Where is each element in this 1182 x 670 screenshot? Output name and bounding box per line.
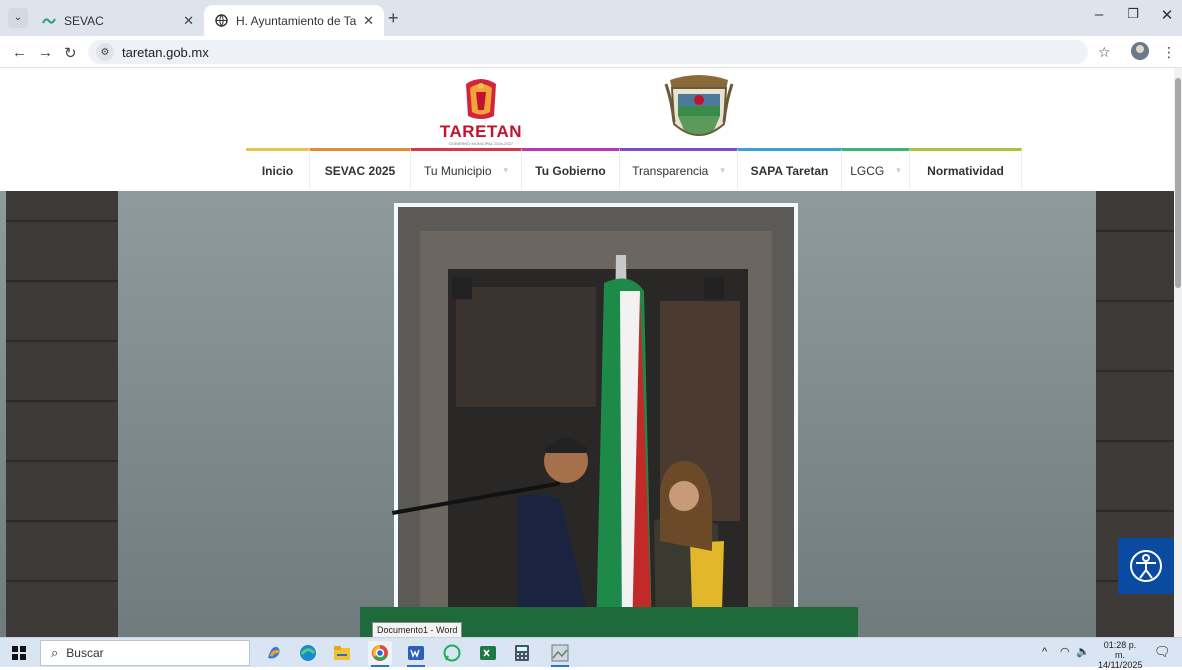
tab-sevac[interactable]: SEVAC ✕ bbox=[32, 5, 204, 36]
notifications-icon[interactable]: 🗨 bbox=[1154, 644, 1171, 660]
bookmark-star-icon[interactable]: ☆ bbox=[1098, 44, 1111, 61]
taretan-emblem-icon bbox=[466, 79, 496, 119]
forward-icon[interactable]: → bbox=[38, 44, 53, 61]
scrollbar-thumb[interactable] bbox=[1175, 78, 1181, 288]
tab-title: SEVAC bbox=[64, 13, 104, 28]
site-header: TARETAN GOBIERNO MUNICIPAL 2024-2027 Ini… bbox=[0, 68, 1182, 191]
restore-icon[interactable]: ❐ bbox=[1118, 6, 1148, 22]
nav-label: LGCG bbox=[850, 163, 885, 178]
logo-subtitle: GOBIERNO MUNICIPAL 2024-2027 bbox=[448, 141, 514, 146]
chevron-up-icon[interactable]: ^ bbox=[1042, 646, 1047, 658]
nav-inicio[interactable]: Inicio bbox=[246, 148, 310, 190]
nav-label: Tu Gobierno bbox=[535, 163, 606, 178]
chrome-icon[interactable] bbox=[368, 641, 392, 667]
nav-tu-gobierno[interactable]: Tu Gobierno bbox=[522, 148, 620, 190]
edge-browser-icon[interactable] bbox=[296, 641, 320, 665]
municipal-coat-of-arms[interactable] bbox=[664, 72, 734, 148]
nav-normatividad[interactable]: Normatividad bbox=[910, 148, 1022, 190]
site-info-icon[interactable]: ⚙ bbox=[96, 43, 114, 61]
accessibility-button[interactable] bbox=[1118, 538, 1174, 594]
nav-label: SAPA Taretan bbox=[750, 163, 829, 178]
close-tab-icon[interactable]: ✕ bbox=[363, 13, 374, 29]
taskbar-tooltip: Documento1 - Word bbox=[372, 622, 463, 638]
tab-ayuntamiento[interactable]: H. Ayuntamiento de Taretan ✕ bbox=[204, 5, 384, 36]
windows-taskbar: ⌕ Buscar ^ ◠ 🔈 01:28 p. m. 14/11/2025 🗨 bbox=[0, 637, 1182, 670]
nav-label: Normatividad bbox=[927, 163, 1004, 178]
globe-icon bbox=[214, 14, 228, 28]
logo-wordmark: TARETAN bbox=[439, 122, 523, 141]
browser-tab-bar: ⌄ SEVAC ✕ H. Ayuntamiento de Taretan ✕ +… bbox=[0, 0, 1182, 36]
url-text: taretan.gob.mx bbox=[122, 44, 209, 60]
nav-label: SEVAC 2025 bbox=[324, 163, 396, 178]
windows-start-icon[interactable] bbox=[12, 646, 26, 665]
accessibility-icon bbox=[1130, 550, 1162, 582]
chevron-down-icon: ▾ bbox=[720, 165, 725, 175]
tab-search-dropdown-button[interactable]: ⌄ bbox=[8, 8, 28, 28]
nav-tu-municipio[interactable]: Tu Municipio ▾ bbox=[411, 148, 522, 190]
page-scrollbar[interactable] bbox=[1174, 68, 1182, 637]
nav-lgcg[interactable]: LGCG ▾ bbox=[842, 148, 910, 190]
wifi-icon[interactable]: ◠ bbox=[1060, 645, 1070, 658]
sevac-logo-icon bbox=[42, 14, 56, 28]
clock-time: 01:28 p. m. bbox=[1103, 640, 1137, 660]
new-tab-button[interactable]: + bbox=[388, 8, 399, 28]
chevron-down-icon: ▾ bbox=[896, 165, 901, 175]
file-explorer-icon[interactable] bbox=[330, 641, 354, 665]
volume-icon[interactable]: 🔈 bbox=[1076, 645, 1090, 658]
profile-avatar[interactable] bbox=[1130, 41, 1150, 64]
nav-label: Tu Municipio bbox=[423, 163, 492, 178]
web-page: TARETAN GOBIERNO MUNICIPAL 2024-2027 Ini… bbox=[0, 68, 1182, 637]
nav-label: Transparencia bbox=[632, 163, 709, 178]
search-placeholder: Buscar bbox=[66, 646, 104, 660]
search-icon: ⌕ bbox=[51, 645, 59, 660]
image-app-icon[interactable] bbox=[548, 641, 572, 667]
calculator-icon[interactable] bbox=[510, 641, 534, 665]
main-navigation: Inicio SEVAC 2025 Tu Municipio ▾ Tu Gobi… bbox=[246, 148, 1022, 190]
nav-transparencia[interactable]: Transparencia ▾ bbox=[620, 148, 738, 190]
close-tab-icon[interactable]: ✕ bbox=[183, 13, 194, 29]
nav-label: Inicio bbox=[261, 163, 294, 178]
copilot-icon[interactable] bbox=[262, 641, 286, 665]
chevron-down-icon: ▾ bbox=[503, 165, 509, 175]
excel-icon[interactable] bbox=[476, 641, 500, 665]
back-icon[interactable]: ← bbox=[12, 44, 27, 61]
reload-icon[interactable]: ↻ bbox=[64, 44, 77, 62]
hero-banner-image bbox=[0, 191, 1182, 637]
balcony-ceremony-photo bbox=[0, 191, 1182, 637]
nav-sevac-2025[interactable]: SEVAC 2025 bbox=[310, 148, 411, 190]
word-icon[interactable] bbox=[404, 641, 428, 667]
coat-of-arms-icon bbox=[664, 75, 734, 136]
whatsapp-icon[interactable] bbox=[440, 641, 464, 665]
tab-title: H. Ayuntamiento de Taretan bbox=[236, 13, 357, 28]
menu-kebab-icon[interactable]: ⋮ bbox=[1162, 44, 1176, 61]
taretan-logo[interactable]: TARETAN GOBIERNO MUNICIPAL 2024-2027 bbox=[438, 76, 524, 146]
nav-sapa-taretan[interactable]: SAPA Taretan bbox=[738, 148, 842, 190]
address-bar[interactable]: ⚙ taretan.gob.mx bbox=[88, 40, 1088, 64]
taskbar-search-input[interactable]: ⌕ Buscar bbox=[40, 640, 250, 666]
close-window-icon[interactable]: ✕ bbox=[1152, 6, 1182, 24]
clock-date: 14/11/2025 bbox=[1098, 660, 1143, 670]
browser-toolbar: ← → ↻ ⚙ taretan.gob.mx ☆ ⋮ bbox=[0, 36, 1182, 68]
minimize-icon[interactable]: – bbox=[1084, 6, 1114, 23]
clock[interactable]: 01:28 p. m. 14/11/2025 bbox=[1098, 640, 1142, 670]
